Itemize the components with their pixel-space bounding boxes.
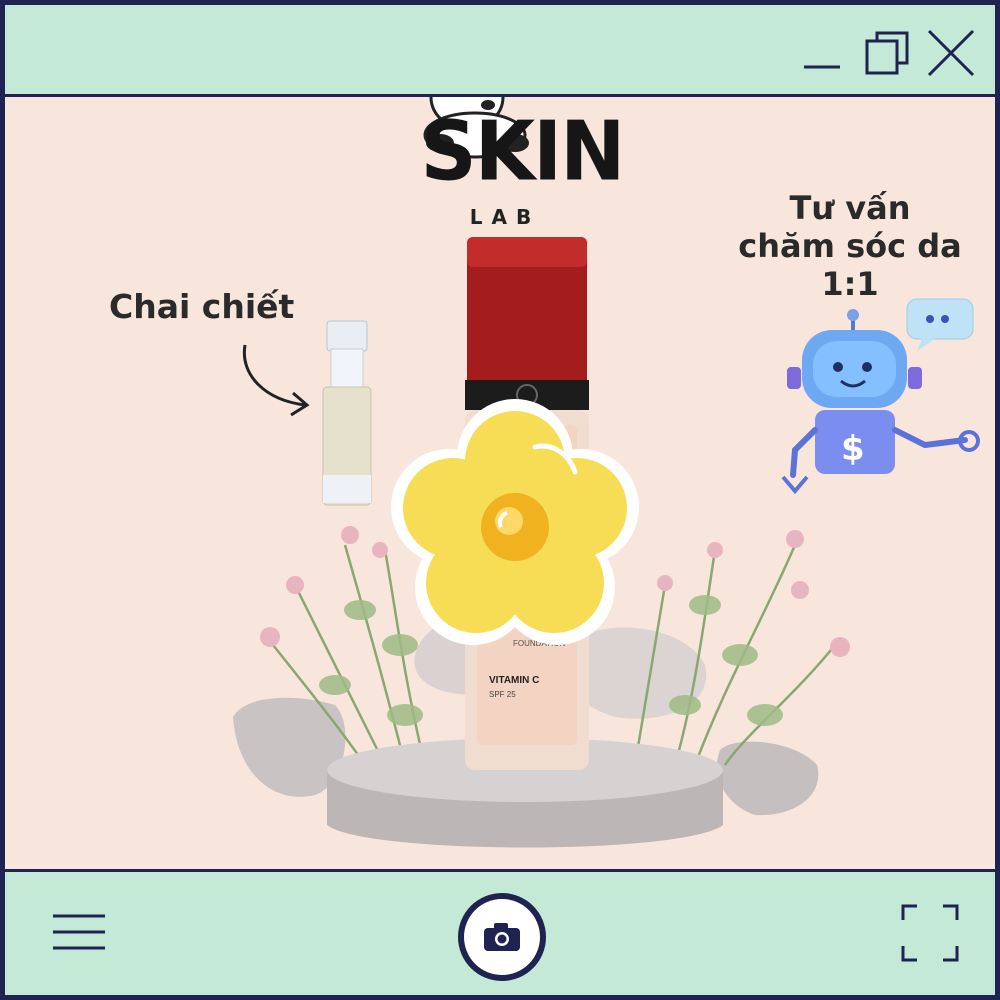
capture-button[interactable]: [458, 893, 546, 981]
advice-line-3: 1:1: [821, 265, 879, 303]
camera-icon: [484, 923, 520, 951]
dropper-bottle: [322, 320, 372, 506]
restore-icon[interactable]: [863, 29, 913, 79]
brand-sub: LAB: [469, 205, 541, 229]
close-icon[interactable]: [925, 27, 977, 79]
chat-bubble-icon: [906, 298, 974, 351]
advice-line-2: chăm sóc da: [738, 227, 962, 265]
advice-label: Tư vấn chăm sóc da 1:1: [725, 189, 975, 303]
advice-line-1: Tư vấn: [789, 189, 911, 227]
bottle-label-line3: VITAMIN C: [489, 675, 539, 686]
fullscreen-icon[interactable]: [901, 904, 959, 962]
minimize-icon[interactable]: [800, 45, 844, 75]
menu-icon[interactable]: [51, 912, 107, 952]
capture-button-ring: [464, 899, 540, 975]
bottle-label-line4: SPF 25: [489, 690, 516, 699]
brand-logo: SKIN: [420, 104, 626, 200]
svg-text:$: $: [841, 429, 865, 469]
dropper-label: Chai chiết: [109, 287, 295, 326]
title-bar: [5, 5, 995, 97]
canvas: AR FOUNDATION VITAMIN C SPF 25: [5, 97, 995, 873]
app-window: AR FOUNDATION VITAMIN C SPF 25: [3, 3, 997, 997]
flower-sticker: [391, 399, 639, 645]
